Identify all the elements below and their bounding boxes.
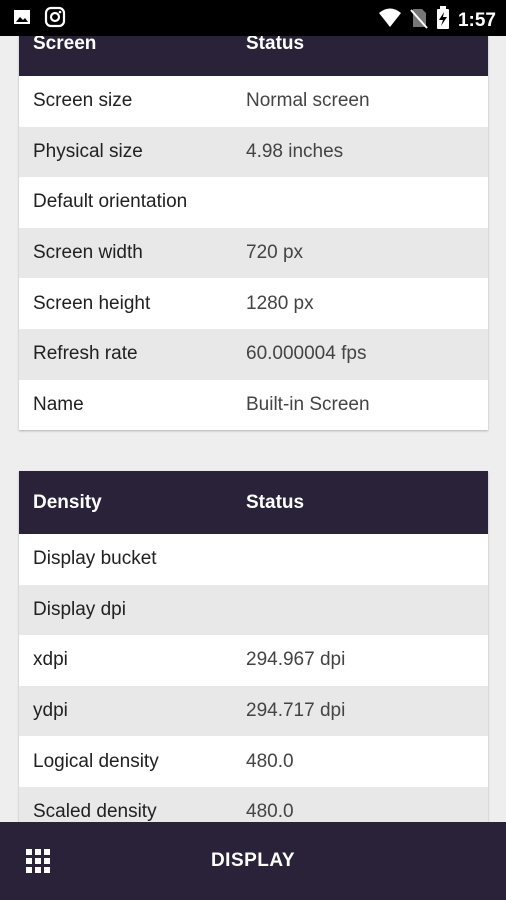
row-value: 294.717 dpi: [246, 700, 346, 722]
row-label: Physical size: [33, 140, 143, 162]
header-density-label: Density: [33, 491, 102, 513]
bottom-bar-title: DISPLAY: [210, 850, 296, 871]
row-label: Name: [33, 393, 84, 415]
row-label: xdpi: [33, 649, 68, 671]
density-card: Density Status Display bucket Display dp…: [19, 471, 488, 822]
table-row: Screen width 720 px: [19, 227, 488, 279]
row-label: Default orientation: [33, 191, 188, 213]
table-row: Screen height 1280 px: [19, 278, 488, 329]
row-value: Built-in Screen: [246, 393, 370, 415]
header-status-label: Status: [246, 491, 305, 513]
density-card-header: Density Status: [19, 471, 488, 534]
row-value: 4.98 inches: [246, 140, 344, 162]
table-row: Display dpi: [19, 584, 488, 636]
row-label: Logical density: [33, 750, 159, 772]
table-row: Display bucket: [19, 534, 488, 585]
image-icon: [12, 7, 32, 32]
row-label: Refresh rate: [33, 343, 138, 365]
row-value: 1280 px: [246, 292, 314, 314]
row-label: Screen height: [33, 292, 151, 314]
status-time: 1:57: [457, 9, 496, 31]
wifi-icon: [378, 7, 402, 34]
row-value: 294.967 dpi: [246, 649, 346, 671]
row-value: Normal screen: [246, 90, 370, 112]
row-label: Screen width: [33, 242, 143, 264]
battery-charging-icon: [436, 6, 450, 35]
table-row: Default orientation: [19, 177, 488, 228]
bottom-bar: DISPLAY: [0, 822, 506, 900]
row-value: 720 px: [246, 242, 304, 264]
table-row: Screen size Normal screen: [19, 76, 488, 127]
table-row: Name Built-in Screen: [19, 380, 488, 431]
row-label: Scaled density: [33, 801, 157, 822]
table-row: Logical density 480.0: [19, 736, 488, 787]
table-row: ydpi 294.717 dpi: [19, 685, 488, 737]
row-label: Display dpi: [33, 598, 126, 620]
row-value: 480.0: [246, 801, 294, 822]
instagram-icon: [44, 6, 66, 33]
no-sim-icon: [410, 7, 428, 34]
screen-card: Screen Status Screen size Normal screen …: [19, 0, 488, 431]
row-label: ydpi: [33, 700, 68, 722]
row-value: 60.000004 fps: [246, 343, 367, 365]
table-row: Physical size 4.98 inches: [19, 126, 488, 178]
row-value: 480.0: [246, 750, 294, 772]
table-row: Refresh rate 60.000004 fps: [19, 328, 488, 380]
status-bar: 1:57: [0, 0, 506, 36]
table-row: Scaled density 480.0: [19, 786, 488, 822]
table-row: xdpi 294.967 dpi: [19, 635, 488, 686]
scroll-content[interactable]: Screen Status Screen size Normal screen …: [0, 0, 506, 822]
row-label: Display bucket: [33, 548, 157, 570]
row-label: Screen size: [33, 90, 133, 112]
